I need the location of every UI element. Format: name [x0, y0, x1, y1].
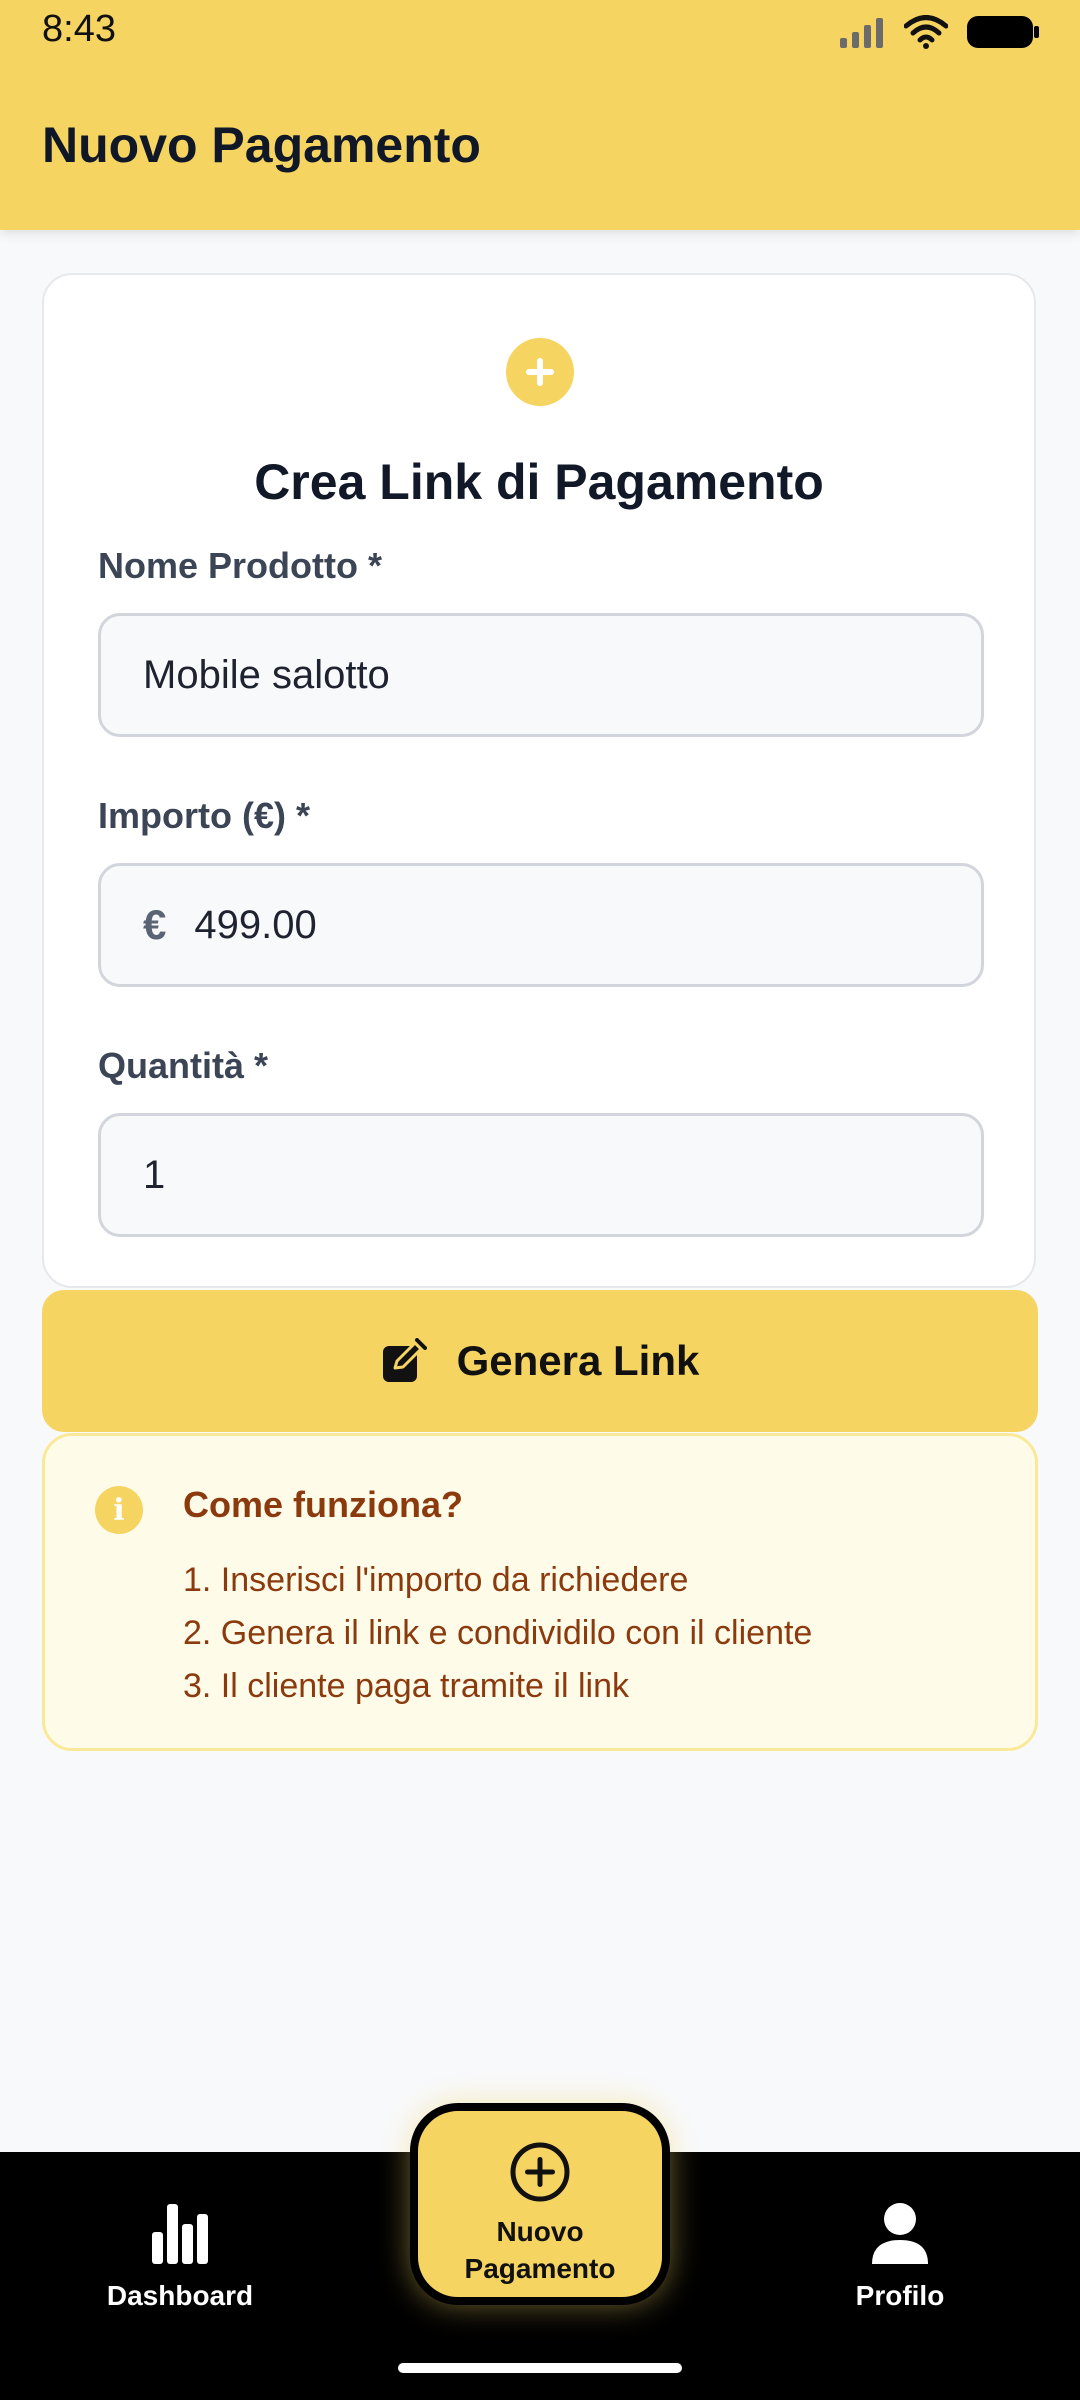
product-name-label: Nome Prodotto * [98, 545, 382, 586]
status-bar: 8:43 [0, 0, 1080, 60]
status-icons [838, 12, 1040, 52]
quantity-label: Quantità * [98, 1045, 269, 1086]
plus-circle-icon [510, 2142, 570, 2202]
nav-label-new-payment: Nuovo Pagamento [464, 2216, 616, 2284]
page-title: Nuovo Pagamento [42, 117, 481, 173]
user-icon [872, 2203, 928, 2264]
bar-chart-icon [152, 2204, 208, 2264]
how-it-works-box: i Come funziona? 1. Inserisci l'importo … [42, 1433, 1038, 1751]
amount-value: 499.00 [194, 902, 317, 947]
nav-item-profile[interactable]: Profilo [780, 2202, 1020, 2312]
info-step: 1. Inserisci l'importo da richiedere [183, 1561, 689, 1599]
euro-prefix: € [143, 901, 167, 948]
top-app-bar: 8:43 Nuovo Pagamento [0, 0, 1080, 230]
nav-label-dashboard: Dashboard [106, 2280, 254, 2311]
info-step: 2. Genera il link e condividilo con il c… [183, 1614, 813, 1652]
payment-link-form-card: Crea Link di Pagamento Nome Prodotto * M… [42, 273, 1036, 1288]
info-step: 3. Il cliente paga tramite il link [183, 1667, 629, 1705]
info-icon: i [95, 1486, 143, 1534]
signal-icon [840, 18, 883, 48]
quantity-value: 1 [143, 1152, 166, 1197]
amount-label: Importo (€) * [98, 795, 310, 836]
amount-input[interactable]: € 499.00 [98, 863, 984, 987]
generate-link-button[interactable]: Genera Link [42, 1290, 1038, 1432]
home-indicator[interactable] [398, 2363, 682, 2373]
form-title: Crea Link di Pagamento [254, 454, 824, 510]
nav-item-dashboard[interactable]: Dashboard [60, 2202, 300, 2312]
product-name-value: Mobile salotto [143, 652, 390, 697]
info-title: Come funziona? [183, 1484, 463, 1525]
plus-icon [506, 338, 574, 406]
generate-link-label: Genera Link [456, 1337, 700, 1384]
status-time: 8:43 [42, 8, 116, 50]
product-name-input[interactable]: Mobile salotto [98, 613, 984, 737]
nav-item-new-payment[interactable]: Nuovo Pagamento [410, 2103, 670, 2305]
edit-icon [382, 1338, 427, 1382]
battery-icon [967, 16, 1039, 48]
info-steps: 1. Inserisci l'importo da richiedere 2. … [183, 1554, 812, 1713]
quantity-input[interactable]: 1 [98, 1113, 984, 1237]
wifi-icon [904, 15, 948, 49]
nav-label-profile: Profilo [855, 2280, 945, 2311]
